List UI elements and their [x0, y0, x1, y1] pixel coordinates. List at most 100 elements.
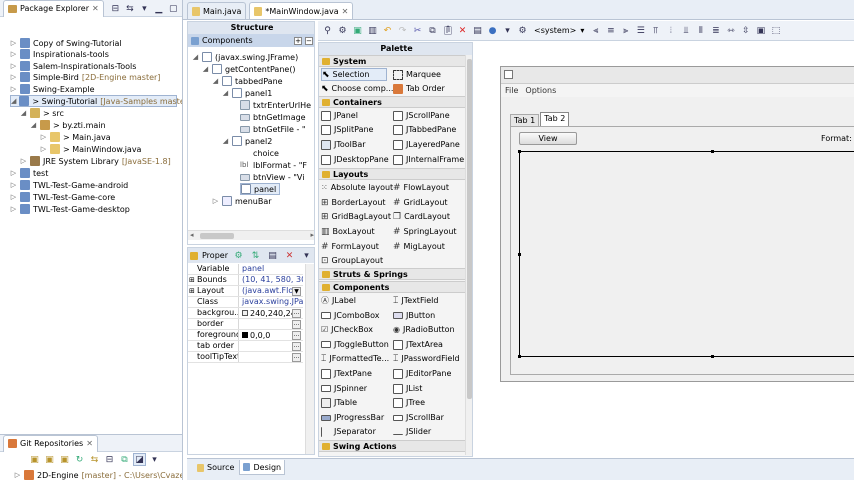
align-right-icon[interactable]: ⫸	[619, 24, 632, 37]
tree-item-twl-test-game-android[interactable]: ▷ TWL-Test-Game-android	[10, 179, 128, 191]
link-editor-icon[interactable]: ⇆	[124, 2, 135, 15]
palette-item-jtabbedpane[interactable]: JTabbedPane	[393, 123, 456, 136]
restore-default-icon[interactable]: ✕	[283, 249, 296, 262]
palette-item-selection[interactable]: ⬉ Selection	[321, 68, 387, 81]
palette-item-jradiobutton[interactable]: ◉ JRadioButton	[393, 323, 455, 336]
toggle-view-icon[interactable]: ◪	[133, 453, 146, 466]
palette-item-gridbaglayout[interactable]: ⊞ GridBagLayout	[321, 210, 391, 223]
palette-item-jlist[interactable]: JList	[393, 382, 422, 395]
collapse-arrow-icon[interactable]: ◢	[11, 97, 16, 105]
delete-icon[interactable]: ✕	[456, 24, 469, 37]
collapse-arrow-icon[interactable]: ◢	[222, 137, 229, 145]
structure-item-tabbedpane[interactable]: ◢ tabbedPane	[212, 75, 283, 87]
design-tab-2[interactable]: Tab 2	[540, 112, 570, 127]
ellipsis-button[interactable]: …	[292, 309, 301, 318]
collapse-arrow-icon[interactable]: ◢	[192, 53, 199, 61]
palette-item-grouplayout[interactable]: ⊡ GroupLayout	[321, 254, 383, 267]
clone-repository-icon[interactable]: ▣	[43, 453, 56, 466]
palette-item-springlayout[interactable]: # SpringLayout	[393, 225, 457, 238]
collapse-arrow-icon[interactable]: ◢	[20, 109, 27, 117]
tree-item-src[interactable]: ◢ > src	[20, 107, 64, 119]
property-value[interactable]: (10, 41, 580, 309)	[239, 275, 303, 285]
properties-vscrollbar[interactable]	[305, 264, 314, 454]
scroll-left-icon[interactable]: ◂	[190, 231, 194, 239]
expand-arrow-icon[interactable]: ▷	[20, 157, 27, 165]
close-icon[interactable]: ✕	[92, 4, 99, 13]
palette-item-jtable[interactable]: JTable	[321, 396, 357, 409]
align-left-icon[interactable]: ⫷	[589, 24, 602, 37]
chevron-down-icon[interactable]: ▾	[501, 24, 514, 37]
expand-arrow-icon[interactable]: ▷	[10, 169, 17, 177]
expand-arrow-icon[interactable]: ▷	[40, 133, 47, 141]
property-row-border[interactable]: border	[188, 319, 303, 330]
property-row-layout[interactable]: ⊞ Layout (java.awt.Flo...	[188, 286, 303, 297]
collapse-arrow-icon[interactable]: ◢	[212, 77, 219, 85]
palette-item-jlabel[interactable]: Ⓐ JLabel	[321, 294, 356, 307]
tree-item-by-zti-main[interactable]: ◢ > by.zti.main	[30, 119, 106, 131]
collapse-all-icon[interactable]: ⊟	[110, 2, 121, 15]
tree-item-twl-test-game-desktop[interactable]: ▷ TWL-Test-Game-desktop	[10, 203, 130, 215]
structure-hscrollbar[interactable]: ◂ ▸	[188, 230, 314, 240]
expand-arrow-icon[interactable]: ▷	[10, 50, 17, 58]
resize-handle[interactable]	[518, 253, 521, 256]
expand-plus-icon[interactable]: ⊞	[189, 287, 195, 295]
redo-icon[interactable]: ↷	[396, 24, 409, 37]
property-row-background[interactable]: backgrou... 240,240,240	[188, 308, 303, 319]
structure-item-content-pane[interactable]: ◢ getContentPane()	[202, 63, 296, 75]
palette-item-jtextpane[interactable]: JTextPane	[321, 367, 372, 380]
palette-item-jseparator[interactable]: JSeparator	[321, 425, 376, 438]
jframe-preview[interactable]: File Options Tab 1 Tab 2 View Format:	[500, 66, 854, 382]
palette-item-borderlayout[interactable]: ⊞ BorderLayout	[321, 196, 386, 209]
tree-item-inspirationals-tools[interactable]: ▷ Inspirationals-tools	[10, 48, 109, 60]
expand-arrow-icon[interactable]: ▷	[10, 193, 17, 201]
palette-item-absolute-layout[interactable]: ⁙ Absolute layout	[321, 181, 393, 194]
show-events-icon[interactable]: ⚙	[232, 249, 245, 262]
structure-item-btngetimage[interactable]: btnGetImage	[240, 111, 306, 123]
palette-toggle-icon[interactable]: ▥	[366, 24, 379, 37]
tree-item-main-java[interactable]: ▷ > Main.java	[40, 131, 111, 143]
expand-icon[interactable]: ⬚	[769, 24, 782, 37]
look-and-feel-icon[interactable]: ⚙	[516, 24, 529, 37]
palette-item-jpanel[interactable]: JPanel	[321, 109, 358, 122]
cut-icon[interactable]: ✂	[411, 24, 424, 37]
palette-item-jcheckbox[interactable]: ☑ JCheckBox	[321, 323, 373, 336]
space-horizontal-icon[interactable]: ⦀	[694, 24, 707, 37]
structure-item-panel1[interactable]: ◢ panel1	[222, 87, 272, 99]
create-repository-icon[interactable]: ▣	[58, 453, 71, 466]
frame-menu-bar[interactable]: File Options	[501, 84, 854, 97]
ellipsis-button[interactable]: …	[292, 342, 301, 351]
maximize-icon[interactable]: ▢	[168, 2, 179, 15]
palette-section-struts-springs[interactable]: Struts & Springs	[319, 268, 465, 280]
add-repository-icon[interactable]: ▣	[28, 453, 41, 466]
palette-item-jtogglebutton[interactable]: JToggleButton	[321, 338, 389, 351]
expand-all-icon[interactable]: +	[294, 36, 302, 45]
close-icon[interactable]: ✕	[342, 7, 349, 16]
palette-section-system[interactable]: System	[319, 55, 465, 67]
palette-item-jformattedtextfield[interactable]: ⌶ JFormattedTe...	[321, 352, 389, 365]
palette-item-miglayout[interactable]: # MigLayout	[393, 240, 445, 253]
palette-item-marquee[interactable]: Marquee	[393, 68, 441, 81]
palette-section-components[interactable]: Components	[319, 281, 465, 293]
property-value[interactable]: javax.swing.JPa...	[239, 297, 303, 307]
collapse-icon[interactable]: ⊟	[103, 453, 116, 466]
system-dropdown[interactable]: <system> ▾	[531, 26, 587, 35]
expand-arrow-icon[interactable]: ▷	[10, 39, 17, 47]
palette-section-containers[interactable]: Containers	[319, 96, 465, 108]
undo-icon[interactable]: ↶	[381, 24, 394, 37]
palette-item-jscrollbar[interactable]: JScrollBar	[393, 411, 444, 424]
property-row-tooltip[interactable]: toolTipText	[188, 352, 303, 363]
align-justify-icon[interactable]: ☰	[634, 24, 647, 37]
palette-section-swing-actions[interactable]: Swing Actions	[319, 440, 465, 452]
palette-item-jtoolbar[interactable]: JToolBar	[321, 138, 366, 151]
expand-arrow-icon[interactable]: ▷	[40, 145, 47, 153]
resize-handle[interactable]	[518, 355, 521, 358]
palette-item-jinternalframe[interactable]: JInternalFrame	[393, 153, 464, 166]
design-tab[interactable]: Design	[239, 460, 286, 475]
same-width-icon[interactable]: ⇿	[724, 24, 737, 37]
collapse-arrow-icon[interactable]: ◢	[222, 89, 229, 97]
show-advanced-icon[interactable]: ▤	[266, 249, 279, 262]
close-icon[interactable]: ✕	[86, 439, 93, 448]
view-button[interactable]: View	[519, 132, 577, 145]
variable-icon[interactable]: ▤	[471, 24, 484, 37]
palette-item-jtree[interactable]: JTree	[393, 396, 425, 409]
